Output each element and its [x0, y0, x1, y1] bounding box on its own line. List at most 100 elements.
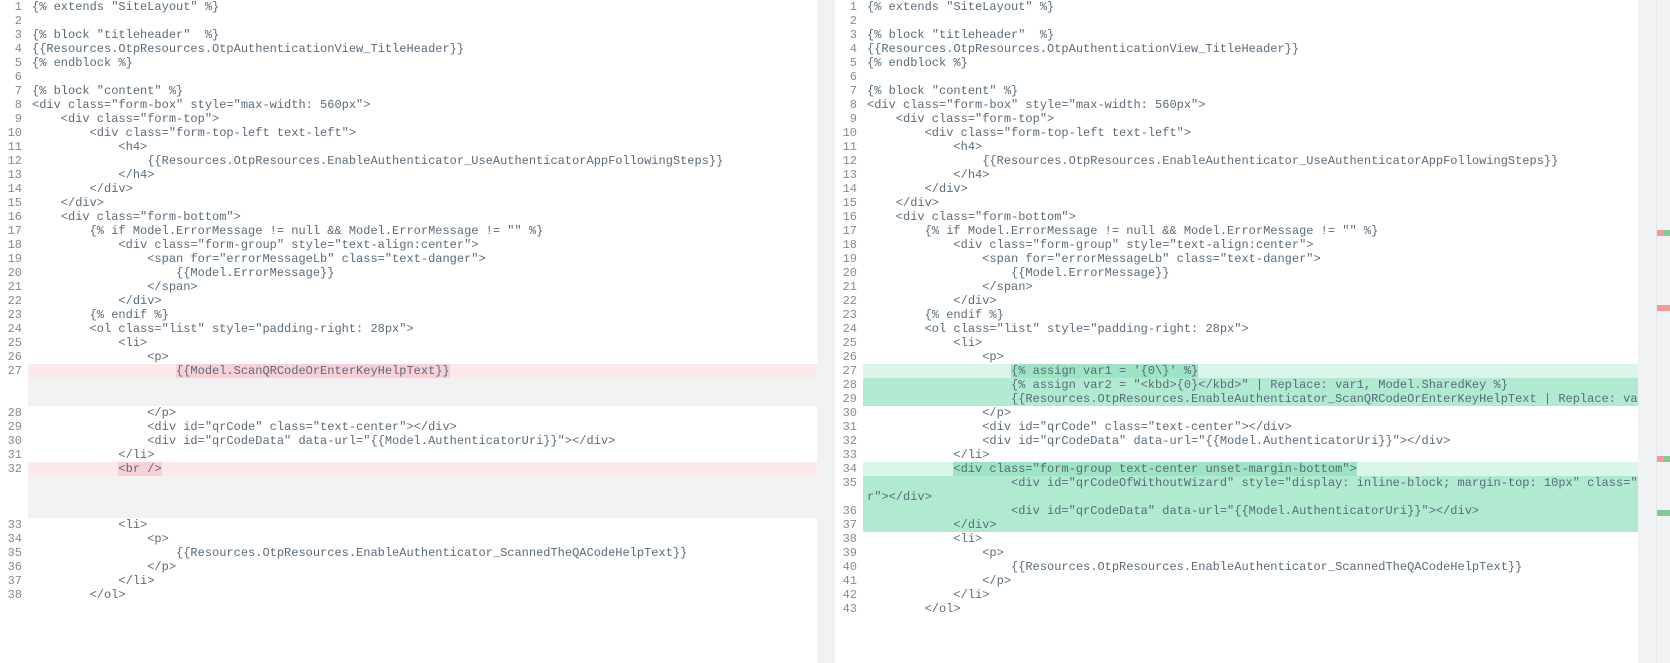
code-line[interactable]	[863, 14, 1638, 28]
scroll-diff-marker[interactable]	[1657, 230, 1670, 236]
code-line[interactable]: <li>	[863, 336, 1638, 350]
code-line[interactable]: {% endblock %}	[863, 56, 1638, 70]
vertical-scrollbar[interactable]	[1656, 0, 1670, 663]
code-line[interactable]	[28, 490, 817, 504]
code-line[interactable]: <div id="qrCodeData" data-url="{{Model.A…	[863, 504, 1638, 518]
code-line[interactable]: {{Resources.OtpResources.EnableAuthentic…	[863, 560, 1638, 574]
left-code-area[interactable]: {% extends "SiteLayout" %} {% block "titl…	[28, 0, 817, 663]
code-line[interactable]: </li>	[28, 574, 817, 588]
code-line[interactable]: {{Resources.OtpResources.EnableAuthentic…	[863, 392, 1638, 406]
code-line[interactable]: {% assign var2 = "<kbd>{0}</kbd>" | Repl…	[863, 378, 1638, 392]
scroll-diff-marker[interactable]	[1657, 456, 1670, 462]
code-line[interactable]: {{Resources.OtpResources.EnableAuthentic…	[28, 546, 817, 560]
code-line[interactable]	[28, 476, 817, 490]
code-line[interactable]: </h4>	[28, 168, 817, 182]
code-line[interactable]: </div>	[28, 196, 817, 210]
code-line[interactable]: <p>	[863, 350, 1638, 364]
line-number: 18	[835, 238, 857, 252]
scroll-diff-marker[interactable]	[1657, 510, 1670, 516]
code-line[interactable]: <div class="form-bottom">	[28, 210, 817, 224]
code-line[interactable]: {% endif %}	[863, 308, 1638, 322]
code-line[interactable]	[28, 392, 817, 406]
code-line[interactable]: <div class="form-top-left text-left">	[863, 126, 1638, 140]
scroll-diff-marker[interactable]	[1657, 305, 1670, 311]
code-line[interactable]: <div id="qrCodeOfWithoutWizard" style="d…	[863, 476, 1638, 490]
code-line[interactable]	[28, 70, 817, 84]
code-line[interactable]: {% if Model.ErrorMessage != null && Mode…	[28, 224, 817, 238]
code-line[interactable]	[28, 504, 817, 518]
code-line[interactable]: {{Resources.OtpResources.OtpAuthenticati…	[863, 42, 1638, 56]
code-line[interactable]: <span for="errorMessageLb" class="text-d…	[863, 252, 1638, 266]
code-line[interactable]: </ol>	[863, 602, 1638, 616]
line-number: 32	[835, 434, 857, 448]
code-line[interactable]: <div class="form-bottom">	[863, 210, 1638, 224]
code-line[interactable]: {% block "content" %}	[28, 84, 817, 98]
code-line[interactable]: <p>	[28, 350, 817, 364]
code-line[interactable]: {% endif %}	[28, 308, 817, 322]
code-line[interactable]: <br />	[28, 462, 817, 476]
code-line[interactable]	[28, 14, 817, 28]
code-line[interactable]: <div class="form-group text-center unset…	[863, 462, 1638, 476]
code-line[interactable]	[863, 70, 1638, 84]
right-minimap[interactable]	[1638, 0, 1656, 663]
code-line[interactable]: <h4>	[28, 140, 817, 154]
code-line[interactable]: {{Resources.OtpResources.EnableAuthentic…	[28, 154, 817, 168]
code-line[interactable]: <li>	[28, 336, 817, 350]
code-line[interactable]: </div>	[28, 182, 817, 196]
code-line[interactable]: <p>	[863, 546, 1638, 560]
code-line[interactable]: <div id="qrCodeData" data-url="{{Model.A…	[28, 434, 817, 448]
code-line[interactable]	[28, 378, 817, 392]
code-line[interactable]: <li>	[863, 532, 1638, 546]
line-number: 30	[0, 434, 22, 448]
code-line[interactable]: {% extends "SiteLayout" %}	[863, 0, 1638, 14]
code-line[interactable]: </div>	[863, 196, 1638, 210]
code-line[interactable]: <div class="form-box" style="max-width: …	[28, 98, 817, 112]
code-line[interactable]: <h4>	[863, 140, 1638, 154]
code-line[interactable]: {% if Model.ErrorMessage != null && Mode…	[863, 224, 1638, 238]
left-minimap[interactable]	[817, 0, 835, 663]
code-line[interactable]: {{Model.ErrorMessage}}	[863, 266, 1638, 280]
code-line[interactable]: {% block "titleheader" %}	[28, 28, 817, 42]
code-line[interactable]: <div class="form-box" style="max-width: …	[863, 98, 1638, 112]
code-line[interactable]: {{Resources.OtpResources.OtpAuthenticati…	[28, 42, 817, 56]
code-line[interactable]: </ol>	[28, 588, 817, 602]
code-line[interactable]: <ol class="list" style="padding-right: 2…	[863, 322, 1638, 336]
code-line[interactable]: {% endblock %}	[28, 56, 817, 70]
code-line[interactable]: </p>	[28, 406, 817, 420]
code-line[interactable]: </li>	[863, 588, 1638, 602]
code-line[interactable]: <span for="errorMessageLb" class="text-d…	[28, 252, 817, 266]
code-line[interactable]: <div class="form-top">	[863, 112, 1638, 126]
code-line[interactable]: </p>	[863, 406, 1638, 420]
code-line[interactable]: </h4>	[863, 168, 1638, 182]
code-line[interactable]: <div class="form-group" style="text-alig…	[863, 238, 1638, 252]
code-line[interactable]: <div class="form-top-left text-left">	[28, 126, 817, 140]
code-line[interactable]: <div class="form-group" style="text-alig…	[28, 238, 817, 252]
code-line[interactable]: {% extends "SiteLayout" %}	[28, 0, 817, 14]
code-line[interactable]: <div id="qrCode" class="text-center"></d…	[863, 420, 1638, 434]
line-number: 14	[0, 182, 22, 196]
code-line[interactable]: <p>	[28, 532, 817, 546]
code-line[interactable]: {% assign var1 = '{0\}' %}	[863, 364, 1638, 378]
code-line[interactable]: </p>	[28, 560, 817, 574]
code-line[interactable]: </span>	[28, 280, 817, 294]
code-line[interactable]: <div class="form-top">	[28, 112, 817, 126]
code-line[interactable]: r"></div>	[863, 490, 1638, 504]
code-line[interactable]: {% block "titleheader" %}	[863, 28, 1638, 42]
code-line[interactable]: </li>	[863, 448, 1638, 462]
code-line[interactable]: {{Model.ErrorMessage}}	[28, 266, 817, 280]
code-line[interactable]: </li>	[28, 448, 817, 462]
code-line[interactable]: </div>	[28, 294, 817, 308]
code-line[interactable]: {{Model.ScanQRCodeOrEnterKeyHelpText}}	[28, 364, 817, 378]
code-line[interactable]: </span>	[863, 280, 1638, 294]
code-line[interactable]: {% block "content" %}	[863, 84, 1638, 98]
code-line[interactable]: <li>	[28, 518, 817, 532]
right-code-area[interactable]: {% extends "SiteLayout" %} {% block "titl…	[863, 0, 1638, 663]
code-line[interactable]: </p>	[863, 574, 1638, 588]
code-line[interactable]: <div id="qrCode" class="text-center"></d…	[28, 420, 817, 434]
code-line[interactable]: </div>	[863, 518, 1638, 532]
code-line[interactable]: <ol class="list" style="padding-right: 2…	[28, 322, 817, 336]
code-line[interactable]: <div id="qrCodeData" data-url="{{Model.A…	[863, 434, 1638, 448]
code-line[interactable]: {{Resources.OtpResources.EnableAuthentic…	[863, 154, 1638, 168]
code-line[interactable]: </div>	[863, 182, 1638, 196]
code-line[interactable]: </div>	[863, 294, 1638, 308]
